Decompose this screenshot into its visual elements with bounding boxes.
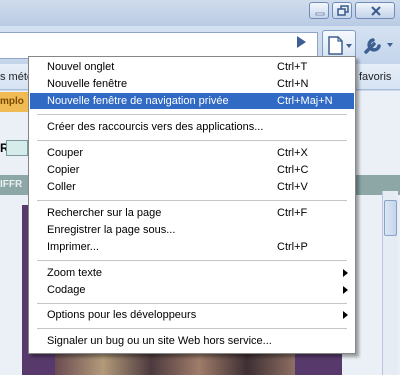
menu-item-encoding[interactable]: Codage (30, 282, 354, 298)
menu-item-label: Signaler un bug ou un site Web hors serv… (47, 335, 272, 347)
restore-icon (337, 5, 349, 16)
menu-item-shortcut: Ctrl+Maj+N (277, 95, 333, 107)
menu-item-print[interactable]: Imprimer... Ctrl+P (30, 239, 354, 255)
address-bar[interactable] (0, 32, 318, 59)
menu-item-label: Couper (47, 147, 84, 159)
menu-separator (37, 200, 347, 201)
submenu-arrow-icon (343, 269, 348, 277)
menu-item-shortcut: Ctrl+P (277, 241, 308, 253)
menu-item-report-bug[interactable]: Signaler un bug ou un site Web hors serv… (30, 333, 354, 349)
menu-item-shortcut: Ctrl+N (277, 78, 309, 90)
menu-item-cut[interactable]: Couper Ctrl+X (30, 145, 354, 161)
close-button[interactable] (355, 2, 395, 19)
restore-button[interactable] (332, 2, 352, 19)
scrollbar-thumb[interactable] (384, 200, 397, 236)
page-text-fragment: mplo (0, 96, 24, 107)
page-photo (55, 352, 295, 375)
menu-item-new-window[interactable]: Nouvelle fenêtre Ctrl+N (30, 76, 354, 92)
menu-separator (37, 140, 347, 141)
menu-item-new-tab[interactable]: Nouvel onglet Ctrl+T (30, 59, 354, 75)
menu-item-developer-options[interactable]: Options pour les développeurs (30, 307, 354, 323)
wrench-icon[interactable] (362, 33, 396, 57)
menu-item-shortcut: Ctrl+X (277, 147, 308, 159)
menu-item-label: Créer des raccourcis vers des applicatio… (47, 121, 264, 133)
page-icon (328, 36, 352, 55)
menu-item-label: Rechercher sur la page (47, 207, 162, 219)
page-text-fragment: IFFR (0, 179, 23, 190)
menu-item-label: Codage (47, 284, 86, 296)
menu-item-new-incognito-window[interactable]: Nouvelle fenêtre de navigation privée Ct… (30, 93, 354, 109)
menu-item-create-shortcuts[interactable]: Créer des raccourcis vers des applicatio… (30, 119, 354, 135)
menu-item-text-zoom[interactable]: Zoom texte (30, 265, 354, 281)
menu-item-label: Copier (47, 164, 80, 176)
menu-item-label: Nouvel onglet (47, 61, 115, 73)
menu-item-label: Coller (47, 181, 76, 193)
go-arrow-icon[interactable] (294, 34, 308, 50)
menu-item-shortcut: Ctrl+F (277, 207, 308, 219)
submenu-arrow-icon (343, 286, 348, 294)
menu-item-shortcut: Ctrl+T (277, 61, 308, 73)
menu-separator (37, 303, 347, 304)
menu-item-label: Nouvelle fenêtre (47, 78, 128, 90)
menu-separator (37, 260, 347, 261)
submenu-arrow-icon (343, 311, 348, 319)
menu-item-copy[interactable]: Copier Ctrl+C (30, 162, 354, 178)
menu-separator (37, 114, 347, 115)
menu-item-shortcut: Ctrl+C (277, 164, 309, 176)
minimize-icon (315, 12, 325, 16)
menu-item-label: Imprimer... (47, 241, 99, 253)
menu-separator (37, 328, 347, 329)
menu-item-label: Zoom texte (47, 267, 103, 279)
menu-item-label: Nouvelle fenêtre de navigation privée (47, 95, 229, 107)
other-bookmarks[interactable]: favoris (359, 71, 391, 83)
menu-item-save-page[interactable]: Enregistrer la page sous... (30, 222, 354, 238)
page-input[interactable] (6, 140, 28, 156)
minimize-button[interactable] (309, 2, 329, 19)
menu-item-paste[interactable]: Coller Ctrl+V (30, 179, 354, 195)
menu-item-shortcut: Ctrl+V (277, 181, 308, 193)
menu-item-label: Enregistrer la page sous... (47, 224, 176, 236)
menu-item-find[interactable]: Rechercher sur la page Ctrl+F (30, 205, 354, 221)
menu-item-label: Options pour les développeurs (47, 309, 197, 321)
page-menu: Nouvel onglet Ctrl+T Nouvelle fenêtre Ct… (28, 56, 356, 354)
close-icon (371, 6, 381, 16)
